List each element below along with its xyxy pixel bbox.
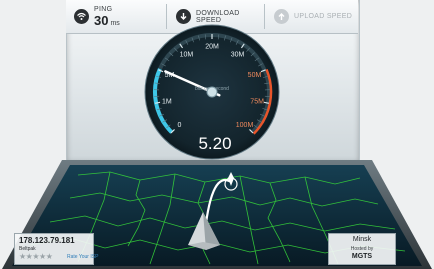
server-host: MGTS: [351, 253, 373, 260]
rate-isp-link[interactable]: Rate Your ISP: [67, 254, 98, 260]
server-map: [2, 160, 432, 269]
client-ip: 178.123.79.181: [19, 236, 75, 245]
client-info: 178.123.79.181 Beltpak ★★★★★ Rate Your I…: [14, 233, 98, 265]
hosted-by-label: Hosted by: [350, 246, 374, 252]
isp-rating-stars[interactable]: ★★★★★: [19, 252, 53, 261]
speedtest-app: PING 30 ms DOWNLOAD SPEED UPLOAD SPEED 0…: [0, 0, 434, 269]
server-info: Minsk Hosted by MGTS: [328, 233, 396, 265]
server-city: Minsk: [352, 236, 372, 243]
